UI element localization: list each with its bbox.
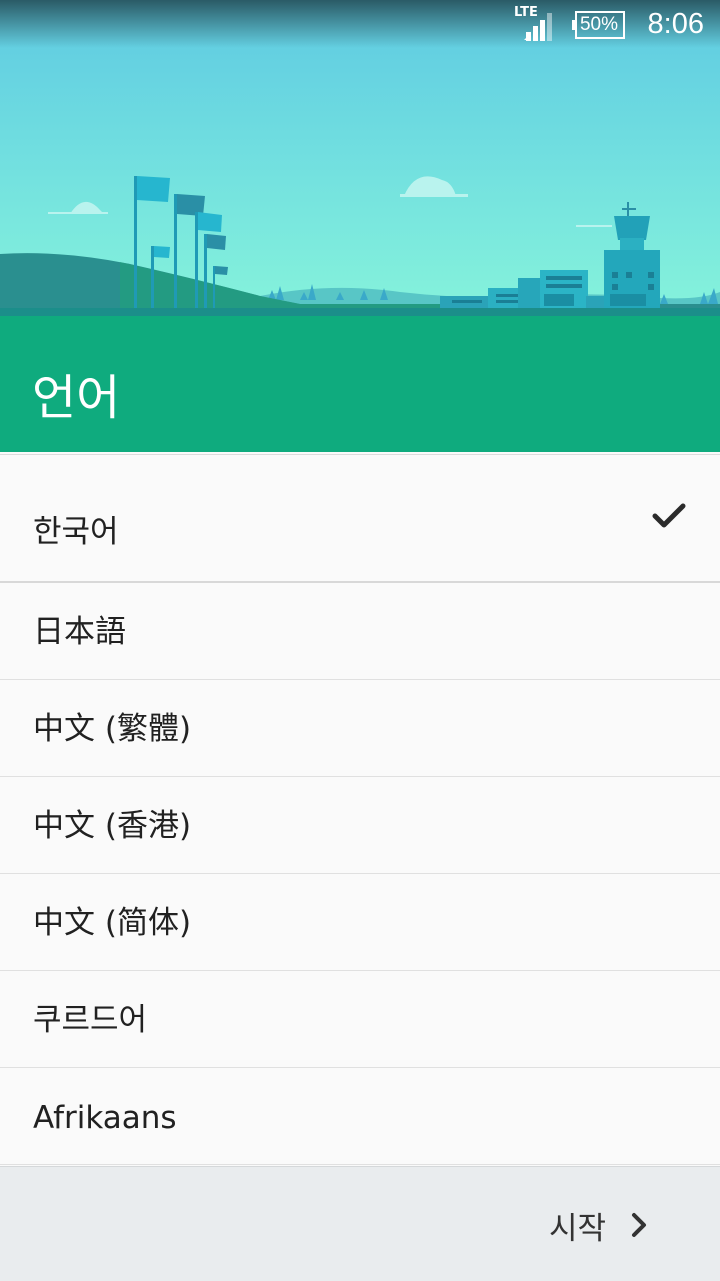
language-item-japanese[interactable]: 日本語: [0, 583, 720, 680]
language-item-korean[interactable]: 한국어: [0, 455, 720, 583]
status-bar: LTE 50% 8:06: [0, 0, 720, 50]
language-item-chinese-simplified[interactable]: 中文 (简体): [0, 874, 720, 971]
language-list[interactable]: 한국어 日本語 中文 (繁體) 中文 (香港) 中文 (简体) 쿠르드어 Afr…: [0, 454, 720, 1167]
chevron-right-icon: [632, 1213, 646, 1237]
language-label: Afrikaans: [33, 1100, 177, 1136]
checkmark-icon: [652, 503, 686, 528]
start-label: 시작: [548, 1210, 606, 1247]
footer-bar: 시작: [0, 1166, 720, 1281]
language-label: 쿠르드어: [33, 1002, 148, 1038]
language-item-chinese-traditional[interactable]: 中文 (繁體): [0, 680, 720, 777]
battery-level: 50%: [579, 14, 619, 35]
page-title: 언어: [32, 370, 121, 426]
language-label: 中文 (繁體): [33, 711, 192, 747]
language-label: 한국어: [33, 514, 119, 550]
language-item-kurdish[interactable]: 쿠르드어: [0, 971, 720, 1068]
signal-icon: [524, 13, 552, 41]
start-button[interactable]: 시작: [549, 1201, 650, 1249]
page-header: 언어: [0, 316, 720, 452]
language-label: 日本語: [33, 614, 126, 650]
language-item-afrikaans[interactable]: Afrikaans: [0, 1068, 720, 1165]
clock: 8:06: [647, 8, 704, 40]
language-item-chinese-hongkong[interactable]: 中文 (香港): [0, 777, 720, 874]
battery-icon: 50%: [572, 11, 626, 39]
language-label: 中文 (简体): [33, 905, 192, 941]
language-label: 中文 (香港): [33, 808, 192, 844]
